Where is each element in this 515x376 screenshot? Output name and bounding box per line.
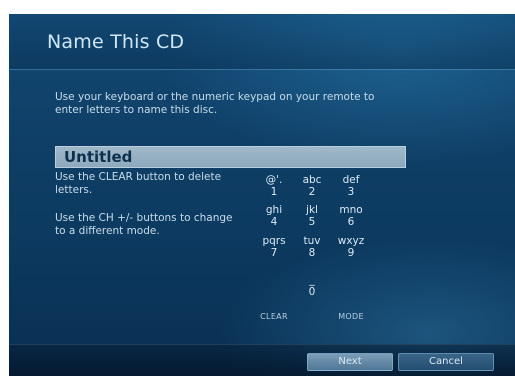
- key-letters: tuv: [303, 235, 321, 247]
- instructions-text: Use your keyboard or the numeric keypad …: [55, 91, 375, 116]
- key-digit: 1: [270, 186, 278, 198]
- clear-softkey[interactable]: CLEAR: [249, 312, 299, 321]
- key-letters: @'.: [265, 174, 283, 186]
- clear-help-text: Use the CLEAR button to delete letters.: [55, 171, 222, 196]
- key-digit: 3: [347, 186, 355, 198]
- key-letters: wxyz: [337, 235, 365, 247]
- key-letters: abc: [302, 174, 322, 186]
- keypad-key-5[interactable]: jkl 5: [292, 204, 332, 228]
- key-letters: _: [309, 274, 315, 286]
- key-digit: 6: [347, 216, 355, 228]
- mode-help-text: Use the CH +/- buttons to change to a di…: [55, 212, 233, 237]
- key-digit: 9: [347, 247, 355, 259]
- keypad-key-3[interactable]: def 3: [331, 174, 371, 198]
- cancel-button[interactable]: Cancel: [398, 353, 494, 371]
- key-digit: 8: [308, 247, 316, 259]
- key-digit: 4: [270, 216, 278, 228]
- disc-name-field[interactable]: Untitled: [55, 146, 406, 168]
- key-letters: def: [342, 174, 360, 186]
- key-letters: mno: [339, 204, 363, 216]
- key-digit: 7: [270, 247, 278, 259]
- keypad-key-9[interactable]: wxyz 9: [331, 235, 371, 259]
- key-digit: 5: [308, 216, 316, 228]
- mode-softkey[interactable]: MODE: [326, 312, 376, 321]
- key-letters: jkl: [306, 204, 318, 216]
- page-title: Name This CD: [47, 31, 185, 53]
- keypad-key-8[interactable]: tuv 8: [292, 235, 332, 259]
- keypad-key-7[interactable]: pqrs 7: [254, 235, 294, 259]
- keypad-key-6[interactable]: mno 6: [331, 204, 371, 228]
- key-digit: 2: [308, 186, 316, 198]
- keypad-key-2[interactable]: abc 2: [292, 174, 332, 198]
- keypad-key-0[interactable]: _ 0: [292, 274, 332, 298]
- key-letters: pqrs: [262, 235, 286, 247]
- key-letters: ghi: [265, 204, 283, 216]
- next-button[interactable]: Next: [307, 353, 393, 371]
- keypad-key-4[interactable]: ghi 4: [254, 204, 294, 228]
- key-digit: 0: [308, 286, 316, 298]
- media-center-window: Name This CD Use your keyboard or the nu…: [9, 14, 515, 376]
- keypad-key-1[interactable]: @'. 1: [254, 174, 294, 198]
